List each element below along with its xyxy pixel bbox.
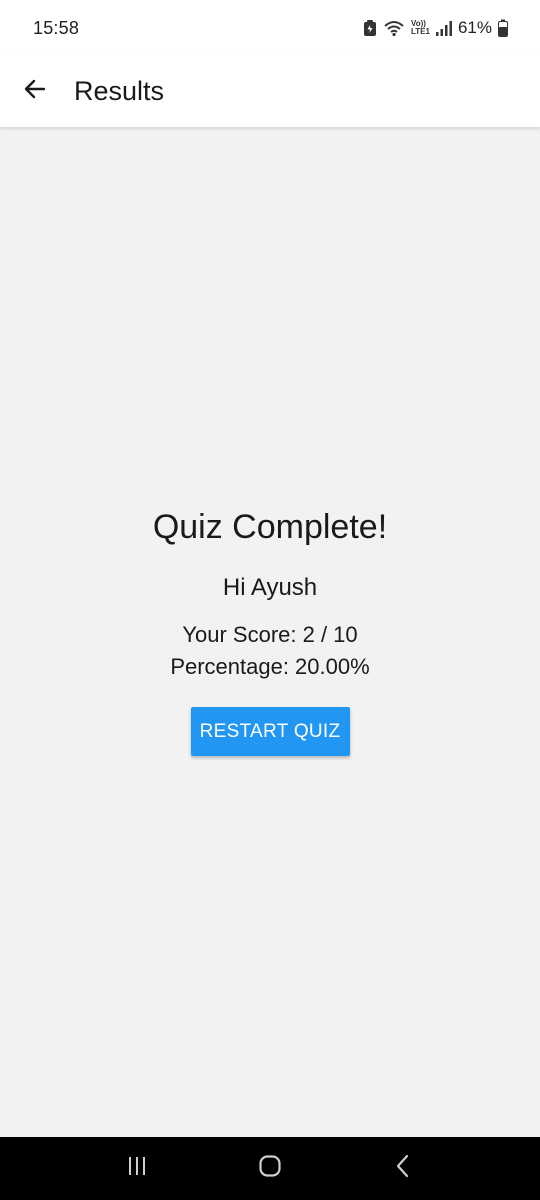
wifi-icon (383, 19, 405, 37)
results-screen: 15:58 Vo)) LTE1 61% Results Quiz Complet… (0, 0, 540, 1200)
back-button[interactable] (15, 72, 55, 112)
quiz-complete-heading: Quiz Complete! (152, 508, 388, 546)
battery-percent: 61% (457, 18, 492, 37)
restart-quiz-button[interactable]: RESTART QUIZ (190, 707, 350, 756)
battery-icon (498, 19, 508, 37)
lte-label: LTE1 (411, 27, 430, 36)
home-button[interactable] (240, 1144, 300, 1194)
score-text: Your Score: 2 / 10 (182, 622, 358, 647)
battery-saver-icon (363, 19, 377, 37)
percentage-text: Percentage: 20.00% (170, 654, 370, 679)
back-icon (395, 1154, 411, 1183)
status-icons: Vo)) LTE1 61% (363, 18, 508, 38)
app-bar: Results (0, 56, 540, 127)
system-back-button[interactable] (373, 1144, 433, 1194)
page-title: Results (74, 76, 165, 106)
signal-icon (435, 20, 452, 36)
volte-indicator: Vo)) LTE1 (411, 20, 430, 36)
system-nav-bar (0, 1137, 540, 1200)
greeting-text: Hi Ayush (222, 574, 318, 601)
home-icon (258, 1154, 282, 1183)
status-bar: 15:58 Vo)) LTE1 61% (0, 0, 540, 56)
results-content: Quiz Complete! Hi Ayush Your Score: 2 / … (0, 127, 540, 1137)
arrow-left-icon (22, 76, 48, 107)
recent-apps-icon (126, 1155, 148, 1182)
recent-apps-button[interactable] (107, 1144, 167, 1194)
status-time: 15:58 (33, 17, 80, 38)
